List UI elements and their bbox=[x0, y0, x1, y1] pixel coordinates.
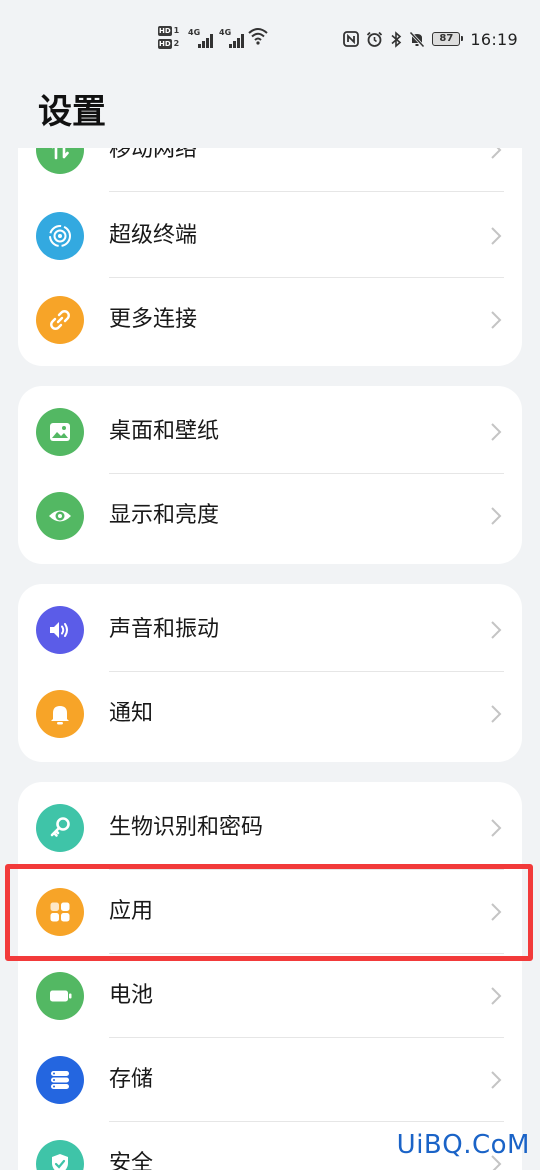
clock: 16:19 bbox=[470, 29, 518, 49]
settings-item-apps[interactable]: 应用 bbox=[18, 870, 522, 954]
chevron-right-icon bbox=[490, 226, 502, 250]
storage-icon bbox=[36, 1056, 84, 1104]
settings-item-wallpaper[interactable]: 桌面和壁纸 bbox=[18, 390, 522, 474]
settings-item-notifications[interactable]: 通知 bbox=[18, 672, 522, 756]
settings-item-sound-vibration[interactable]: 声音和振动 bbox=[18, 588, 522, 672]
bell-icon bbox=[36, 690, 84, 738]
watermark: UiBQ.CoM bbox=[396, 1130, 530, 1160]
system-card: 生物识别和密码 应用 电池 存储 安全 bbox=[18, 782, 522, 1170]
settings-item-storage[interactable]: 存储 bbox=[18, 1038, 522, 1122]
settings-item-super-device[interactable]: 超级终端 bbox=[18, 194, 522, 278]
chevron-right-icon bbox=[490, 704, 502, 728]
mobile-network-icon bbox=[36, 148, 84, 174]
bluetooth-icon bbox=[390, 30, 402, 48]
key-icon bbox=[36, 804, 84, 852]
connectivity-card: 移动网络 超级终端 更多连接 bbox=[18, 148, 522, 366]
chevron-right-icon bbox=[490, 902, 502, 926]
eye-icon bbox=[36, 492, 84, 540]
sound-card: 声音和振动 通知 bbox=[18, 584, 522, 762]
shield-icon bbox=[36, 1140, 84, 1170]
wifi-icon bbox=[248, 27, 268, 49]
status-right-group: 87 16:19 bbox=[343, 28, 518, 50]
settings-list[interactable]: 移动网络 超级终端 更多连接 桌面和壁纸 显示和亮度 声音和振动 通知 生物识别… bbox=[0, 148, 540, 1170]
sim-1-number: 1 bbox=[173, 25, 180, 35]
settings-item-battery[interactable]: 电池 bbox=[18, 954, 522, 1038]
speaker-icon bbox=[36, 606, 84, 654]
battery-icon bbox=[36, 972, 84, 1020]
chevron-right-icon bbox=[490, 818, 502, 842]
chevron-right-icon bbox=[490, 1070, 502, 1094]
settings-item-display-brightness[interactable]: 显示和亮度 bbox=[18, 474, 522, 558]
settings-screen: HD 1 HD 2 4G 4G 87 16:19 设置 移动网络 超级终端 更多… bbox=[0, 0, 540, 1170]
chevron-right-icon bbox=[490, 148, 502, 164]
settings-item-more-connections[interactable]: 更多连接 bbox=[18, 278, 522, 362]
sim-2-number: 2 bbox=[173, 38, 180, 48]
super-device-icon bbox=[36, 212, 84, 260]
display-card: 桌面和壁纸 显示和亮度 bbox=[18, 386, 522, 564]
chevron-right-icon bbox=[490, 620, 502, 644]
wallpaper-icon bbox=[36, 408, 84, 456]
hd-badge-1: HD bbox=[158, 25, 172, 36]
hd-badge-2: HD bbox=[158, 38, 172, 49]
settings-item-biometrics-password[interactable]: 生物识别和密码 bbox=[18, 786, 522, 870]
link-icon bbox=[36, 296, 84, 344]
page-title: 设置 bbox=[38, 92, 106, 132]
alarm-icon bbox=[366, 31, 383, 48]
mute-icon bbox=[409, 30, 425, 48]
settings-item-mobile-network[interactable]: 移动网络 bbox=[18, 148, 522, 192]
status-bar: HD 1 HD 2 4G 4G 87 16:19 bbox=[0, 0, 540, 78]
chevron-right-icon bbox=[490, 506, 502, 530]
chevron-right-icon bbox=[490, 422, 502, 446]
apps-icon bbox=[36, 888, 84, 936]
divider bbox=[109, 191, 504, 192]
chevron-right-icon bbox=[490, 310, 502, 334]
volte-indicators: HD 1 HD 2 bbox=[158, 25, 184, 51]
nfc-icon bbox=[343, 31, 360, 47]
chevron-right-icon bbox=[490, 986, 502, 1010]
battery-indicator: 87 bbox=[432, 32, 464, 46]
